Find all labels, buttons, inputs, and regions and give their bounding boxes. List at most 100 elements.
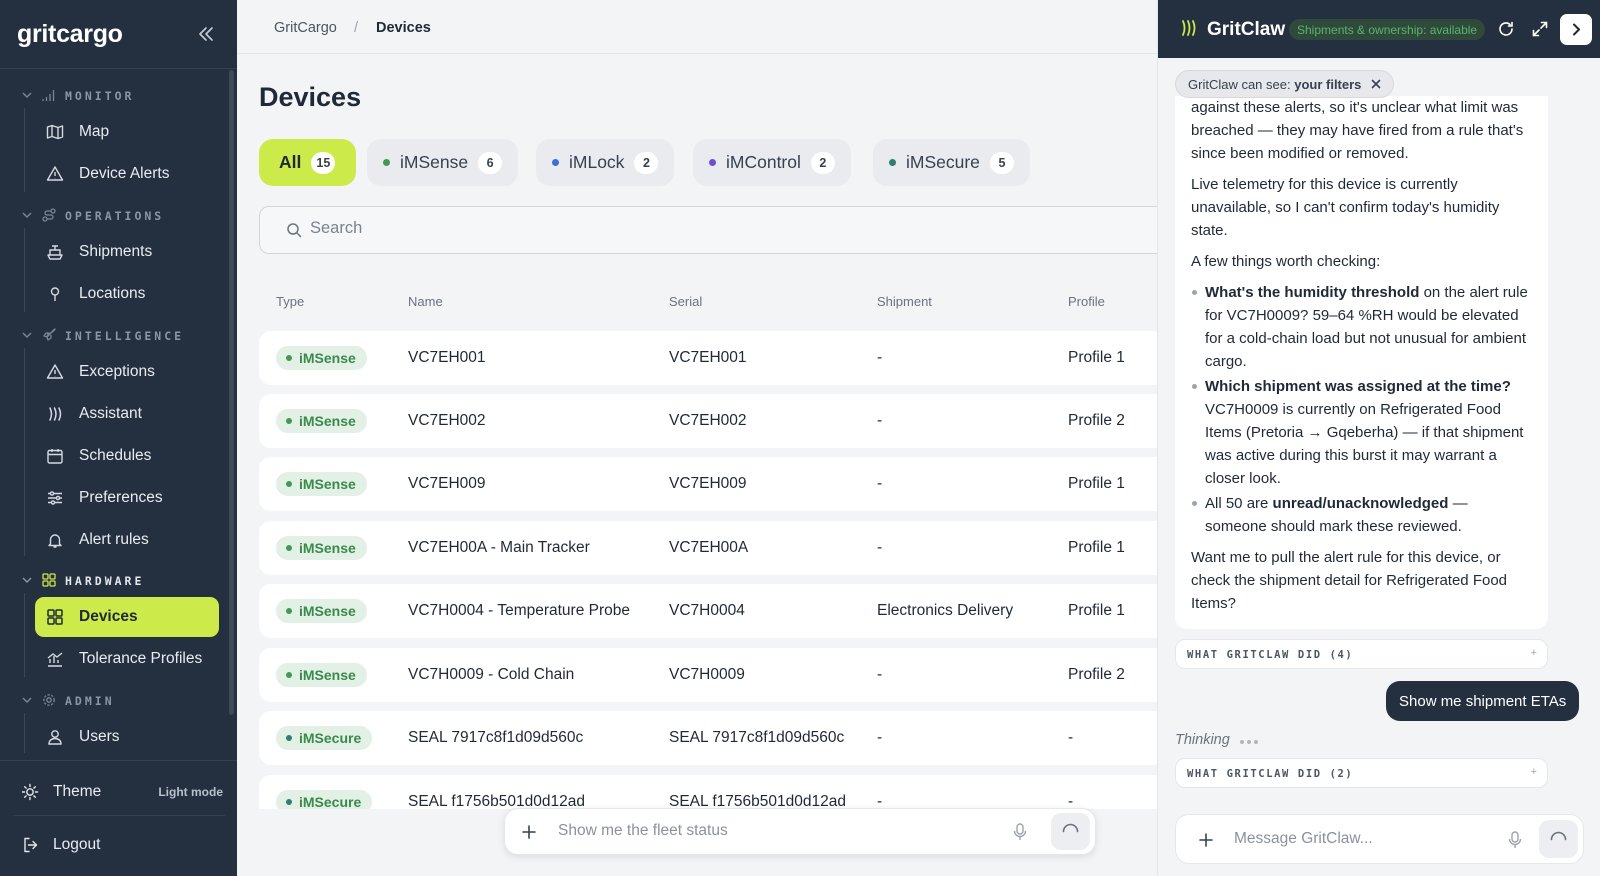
- send-button[interactable]: [1539, 820, 1578, 858]
- device-serial: VC7H0009: [669, 666, 745, 683]
- logout-label: Logout: [53, 836, 101, 853]
- breadcrumb-separator: /: [354, 20, 359, 36]
- plus-icon[interactable]: [1198, 832, 1214, 848]
- sidebar-item-exceptions[interactable]: Exceptions: [35, 352, 219, 392]
- microphone-icon[interactable]: [1508, 831, 1522, 849]
- gear-icon: [43, 694, 55, 706]
- section-label: MONITOR: [65, 89, 135, 103]
- gritclaw-title: GritClaw: [1207, 19, 1286, 40]
- filter-imsecure[interactable]: iMSecure 5: [873, 139, 1030, 186]
- table-row[interactable]: iMSense VC7EH001 VC7EH001 - Profile 1: [259, 331, 1179, 385]
- sidebar-item-locations[interactable]: Locations: [35, 274, 219, 314]
- device-shipment: -: [877, 539, 883, 556]
- status-dot: [383, 159, 390, 166]
- refresh-icon[interactable]: [1497, 20, 1515, 38]
- grid-icon: [42, 573, 56, 587]
- search-input[interactable]: [310, 219, 910, 238]
- sidebar-item-map[interactable]: Map: [35, 112, 219, 152]
- sidebar-item-devices[interactable]: Devices: [35, 597, 219, 637]
- sliders-icon: [48, 491, 62, 505]
- device-serial: VC7EH002: [669, 412, 747, 429]
- claw-icon: [49, 407, 62, 421]
- route-icon: [42, 208, 56, 222]
- device-serial: SEAL 7917c8f1d09d560c: [669, 729, 845, 746]
- page-title: Devices: [259, 82, 362, 112]
- type-badge: iMSense: [276, 536, 367, 560]
- sidebar-item-users[interactable]: Users: [35, 717, 219, 757]
- count-badge: 2: [810, 151, 835, 174]
- sidebar-item-preferences[interactable]: Preferences: [35, 478, 219, 518]
- breadcrumb-current: Devices: [376, 20, 431, 36]
- search-icon: [287, 223, 302, 238]
- plus-icon[interactable]: [521, 824, 537, 840]
- filter-imlock[interactable]: iMLock 2: [536, 139, 675, 186]
- table-row[interactable]: iMSense VC7H0009 - Cold Chain VC7H0009 -…: [259, 648, 1179, 702]
- thinking-indicator: Thinking: [1175, 732, 1258, 748]
- device-shipment: -: [877, 412, 883, 429]
- sidebar-item-tolerance-profiles[interactable]: Tolerance Profiles: [35, 639, 219, 679]
- close-icon[interactable]: [1371, 79, 1381, 89]
- user-message: Show me shipment ETAs: [1386, 681, 1580, 721]
- what-gritclaw-did-toggle[interactable]: WHAT GRITCLAW DID (4) +: [1175, 639, 1548, 669]
- table-row[interactable]: iMSense VC7EH002 VC7EH002 - Profile 2: [259, 394, 1179, 448]
- send-button[interactable]: [1051, 813, 1090, 850]
- filter-imcontrol[interactable]: iMControl 2: [693, 139, 851, 186]
- section-label: ADMIN: [65, 694, 115, 708]
- device-name: SEAL f1756b501d0d12ad: [408, 793, 585, 809]
- device-profile: -: [1068, 729, 1074, 746]
- sidebar-item-device-alerts[interactable]: Device Alerts: [35, 154, 219, 194]
- device-name: VC7EH00A - Main Tracker: [408, 539, 590, 556]
- device-shipment[interactable]: Electronics Delivery: [877, 602, 1013, 620]
- device-serial: VC7EH00A: [669, 539, 749, 556]
- table-row[interactable]: iMSecure SEAL f1756b501d0d12ad SEAL f175…: [259, 775, 1179, 809]
- table-row[interactable]: iMSense VC7EH009 VC7EH009 - Profile 1: [259, 457, 1179, 511]
- sidebar-item-shipments[interactable]: Shipments: [35, 232, 219, 272]
- chevron-down-icon: [22, 332, 32, 338]
- device-serial: VC7EH009: [669, 475, 747, 492]
- fleet-chat-input[interactable]: [558, 822, 978, 840]
- sidebar-item-assistant[interactable]: Assistant: [35, 394, 219, 434]
- column-header-serial[interactable]: Serial: [669, 294, 702, 309]
- availability-badge: Shipments & ownership: available: [1289, 19, 1486, 40]
- list-item: Which shipment was assigned at the time?…: [1191, 375, 1532, 490]
- device-shipment: -: [877, 666, 883, 683]
- sidebar-item-alert-rules[interactable]: Alert rules: [35, 520, 219, 560]
- breadcrumb-root[interactable]: GritCargo: [274, 20, 337, 36]
- list-item: All 50 are unread/unacknowledged — someo…: [1191, 492, 1532, 538]
- count-badge: 2: [634, 151, 659, 174]
- device-name: VC7EH009: [408, 475, 486, 492]
- type-badge: iMSecure: [276, 726, 373, 750]
- column-header-profile[interactable]: Profile: [1068, 294, 1105, 309]
- filter-imsense[interactable]: iMSense 6: [367, 139, 519, 186]
- column-header-name[interactable]: Name: [408, 294, 443, 309]
- close-panel-button[interactable]: [1560, 14, 1592, 45]
- collapse-sidebar-button[interactable]: [196, 24, 216, 44]
- list-item: What's the humidity threshold on the ale…: [1191, 281, 1532, 373]
- grid-icon: [47, 609, 63, 625]
- gritclaw-header: GritClaw Shipments & ownership: availabl…: [1158, 0, 1600, 58]
- chevron-right-icon: [1573, 23, 1580, 36]
- plus-icon: +: [1530, 766, 1537, 778]
- spinner-icon: [1062, 823, 1079, 833]
- what-gritclaw-did-toggle[interactable]: WHAT GRITCLAW DID (2) +: [1175, 758, 1548, 788]
- device-shipment: -: [877, 729, 883, 746]
- type-badge: iMSense: [276, 472, 367, 496]
- type-badge: iMSense: [276, 346, 367, 370]
- table-row[interactable]: iMSense VC7EH00A - Main Tracker VC7EH00A…: [259, 521, 1179, 575]
- gritclaw-message-input[interactable]: [1234, 830, 1494, 848]
- plus-icon: +: [1530, 647, 1537, 659]
- device-profile: Profile 1: [1068, 539, 1125, 556]
- logout-button[interactable]: Logout: [13, 825, 225, 865]
- table-row[interactable]: iMSecure SEAL 7917c8f1d09d560c SEAL 7917…: [259, 711, 1179, 765]
- filter-all[interactable]: All 15: [259, 139, 356, 186]
- sidebar-scrollbar[interactable]: [229, 70, 234, 715]
- context-chip: GritClaw can see: your filters: [1175, 70, 1395, 98]
- device-shipment: -: [877, 349, 883, 366]
- column-header-type[interactable]: Type: [276, 294, 304, 309]
- expand-icon[interactable]: [1531, 20, 1549, 38]
- sidebar-item-schedules[interactable]: Schedules: [35, 436, 219, 476]
- column-header-shipment[interactable]: Shipment: [877, 294, 932, 309]
- theme-toggle[interactable]: Theme Light mode: [13, 772, 225, 812]
- microphone-icon[interactable]: [1013, 823, 1027, 841]
- table-row[interactable]: iMSense VC7H0004 - Temperature Probe VC7…: [259, 584, 1179, 638]
